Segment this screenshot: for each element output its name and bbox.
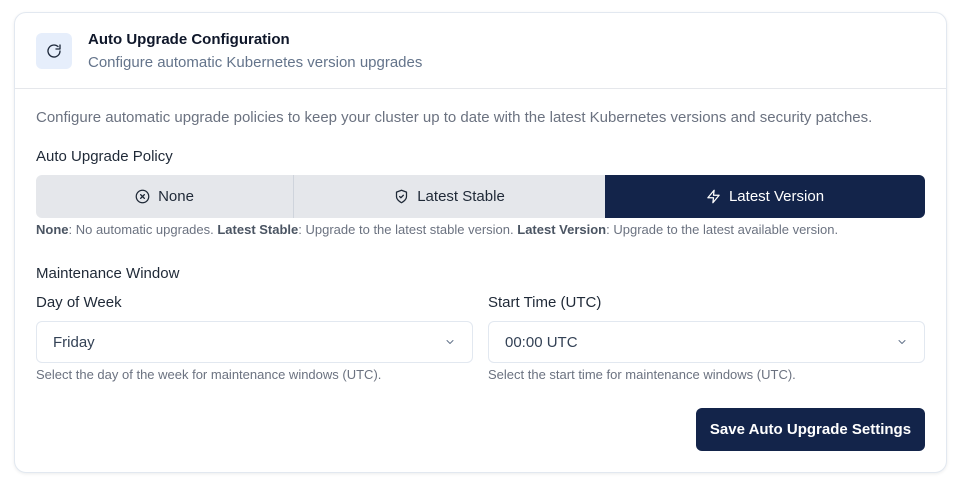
- refresh-icon: [36, 33, 72, 69]
- x-circle-icon: [135, 189, 150, 204]
- intro-text: Configure automatic upgrade policies to …: [36, 109, 873, 126]
- day-of-week-label: Day of Week: [36, 294, 122, 311]
- help-desc-none: : No automatic upgrades.: [68, 222, 218, 237]
- auto-upgrade-card: Auto Upgrade Configuration Configure aut…: [14, 12, 947, 473]
- day-of-week-value: Friday: [53, 333, 95, 351]
- card-header: Auto Upgrade Configuration Configure aut…: [15, 13, 946, 89]
- help-desc-stable: : Upgrade to the latest stable version.: [298, 222, 518, 237]
- start-time-value: 00:00 UTC: [505, 333, 578, 351]
- shield-icon: [394, 189, 409, 204]
- save-auto-upgrade-button[interactable]: Save Auto Upgrade Settings: [696, 408, 925, 451]
- policy-option-label: None: [158, 188, 194, 205]
- start-time-help: Select the start time for maintenance wi…: [488, 367, 796, 382]
- policy-segmented-control: None Latest Stable Latest Version: [36, 175, 925, 218]
- day-of-week-help: Select the day of the week for maintenan…: [36, 367, 382, 382]
- maintenance-window-label: Maintenance Window: [36, 265, 180, 282]
- chevron-down-icon: [444, 336, 456, 348]
- help-desc-latest: : Upgrade to the latest available versio…: [606, 222, 839, 237]
- help-term-stable: Latest Stable: [217, 222, 299, 237]
- policy-label: Auto Upgrade Policy: [36, 148, 173, 165]
- start-time-label: Start Time (UTC): [488, 294, 602, 311]
- policy-option-label: Latest Version: [728, 188, 825, 205]
- card-title: Auto Upgrade Configuration: [88, 31, 290, 48]
- policy-option-none[interactable]: None: [36, 175, 294, 218]
- policy-option-latest-version[interactable]: Latest Version: [605, 175, 925, 218]
- zap-icon: [706, 189, 721, 204]
- help-term-none: None: [36, 222, 69, 237]
- policy-option-latest-stable[interactable]: Latest Stable: [294, 175, 605, 218]
- day-of-week-select[interactable]: Friday: [36, 321, 473, 363]
- start-time-select[interactable]: 00:00 UTC: [488, 321, 925, 363]
- chevron-down-icon: [896, 336, 908, 348]
- policy-help-text: None: No automatic upgrades. Latest Stab…: [36, 222, 838, 237]
- card-subtitle: Configure automatic Kubernetes version u…: [88, 54, 423, 71]
- help-term-latest: Latest Version: [517, 222, 607, 237]
- policy-option-label: Latest Stable: [417, 188, 505, 205]
